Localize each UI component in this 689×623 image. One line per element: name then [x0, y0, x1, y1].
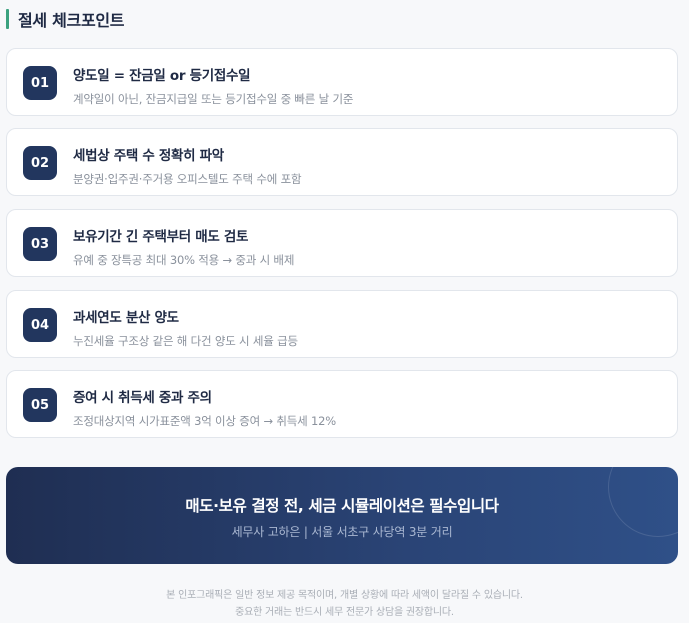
checkpoint-number-badge: 01 — [23, 66, 57, 100]
checkpoint-description: 누진세율 구조상 같은 해 다건 양도 시 세율 급등 — [73, 334, 298, 348]
footer-disclaimer-line-2: 중요한 거래는 반드시 세무 전문가 상담을 권장합니다. — [235, 607, 454, 618]
checkpoint-card-2: 02 세법상 주택 수 정확히 파악 분양권·입주권·주거용 오피스텔도 주택 … — [6, 128, 678, 196]
checkpoint-description: 분양권·입주권·주거용 오피스텔도 주택 수에 포함 — [73, 172, 302, 186]
section-header: 절세 체크포인트 — [6, 8, 125, 30]
checkpoint-card-3: 03 보유기간 긴 주택부터 매도 검토 유예 중 장특공 최대 30% 적용 … — [6, 209, 678, 277]
checkpoint-title: 보유기간 긴 주택부터 매도 검토 — [73, 229, 249, 245]
checkpoint-title: 양도일 = 잔금일 or 등기접수일 — [73, 68, 251, 84]
checkpoint-number-badge: 02 — [23, 146, 57, 180]
checkpoint-description: 계약일이 아닌, 잔금지급일 또는 등기접수일 중 빠른 날 기준 — [73, 92, 354, 106]
checkpoint-number-badge: 05 — [23, 388, 57, 422]
banner-subtitle: 세무사 고하은 | 서울 서초구 사당역 3분 거리 — [231, 525, 453, 539]
cta-banner: 매도·보유 결정 전, 세금 시뮬레이션은 필수입니다 세무사 고하은 | 서울… — [6, 467, 678, 564]
footer-disclaimer-line-1: 본 인포그래픽은 일반 정보 제공 목적이며, 개별 상황에 따라 세액이 달라… — [166, 590, 523, 601]
checkpoint-number-badge: 04 — [23, 308, 57, 342]
checkpoint-card-5: 05 증여 시 취득세 중과 주의 조정대상지역 시가표준액 3억 이상 증여 … — [6, 370, 678, 438]
checkpoint-number-badge: 03 — [23, 227, 57, 261]
checkpoint-title: 과세연도 분산 양도 — [73, 310, 179, 326]
checkpoint-title: 증여 시 취득세 중과 주의 — [73, 390, 212, 406]
checkpoint-description: 유예 중 장특공 최대 30% 적용 → 중과 시 배제 — [73, 253, 295, 267]
checkpoint-card-1: 01 양도일 = 잔금일 or 등기접수일 계약일이 아닌, 잔금지급일 또는 … — [6, 48, 678, 116]
accent-bar — [6, 9, 9, 29]
banner-title: 매도·보유 결정 전, 세금 시뮬레이션은 필수입니다 — [185, 497, 499, 515]
checkpoint-title: 세법상 주택 수 정확히 파악 — [73, 148, 224, 164]
section-title: 절세 체크포인트 — [18, 11, 125, 30]
checkpoint-card-4: 04 과세연도 분산 양도 누진세율 구조상 같은 해 다건 양도 시 세율 급… — [6, 290, 678, 358]
checkpoint-description: 조정대상지역 시가표준액 3억 이상 증여 → 취득세 12% — [73, 414, 336, 428]
